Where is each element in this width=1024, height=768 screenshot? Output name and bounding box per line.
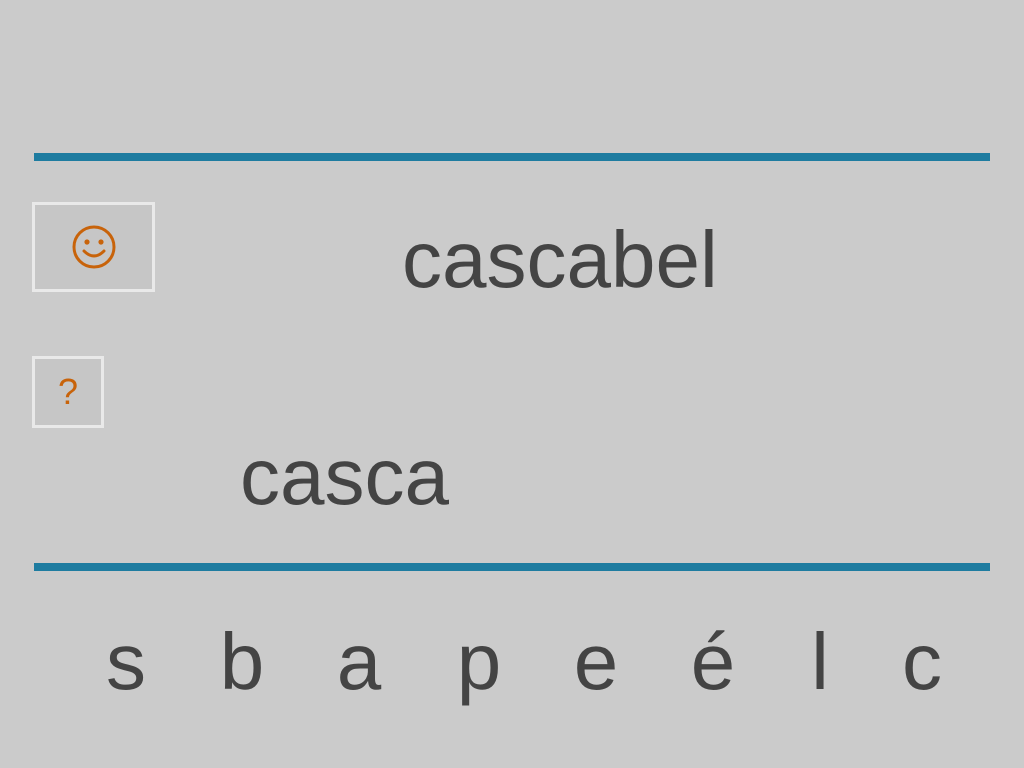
smiley-icon [70, 223, 118, 271]
letter-tile[interactable]: c [882, 622, 962, 702]
hint-button[interactable]: ? [32, 356, 104, 428]
letter-tile[interactable]: a [319, 622, 399, 702]
letter-choices: s b a p e é l c [0, 622, 1024, 712]
letter-tile[interactable]: e [556, 622, 636, 702]
feedback-button[interactable] [32, 202, 155, 292]
target-word: cascabel [402, 215, 718, 304]
letter-tile[interactable]: s [86, 622, 166, 702]
letter-tile[interactable]: b [202, 622, 282, 702]
letter-tile[interactable]: l [780, 622, 860, 702]
answer-word: casca [240, 432, 449, 521]
question-mark-icon: ? [57, 371, 79, 412]
letter-tile[interactable]: é [673, 622, 753, 702]
top-divider [34, 153, 990, 161]
letter-tile[interactable]: p [439, 622, 519, 702]
bottom-divider [34, 563, 990, 571]
